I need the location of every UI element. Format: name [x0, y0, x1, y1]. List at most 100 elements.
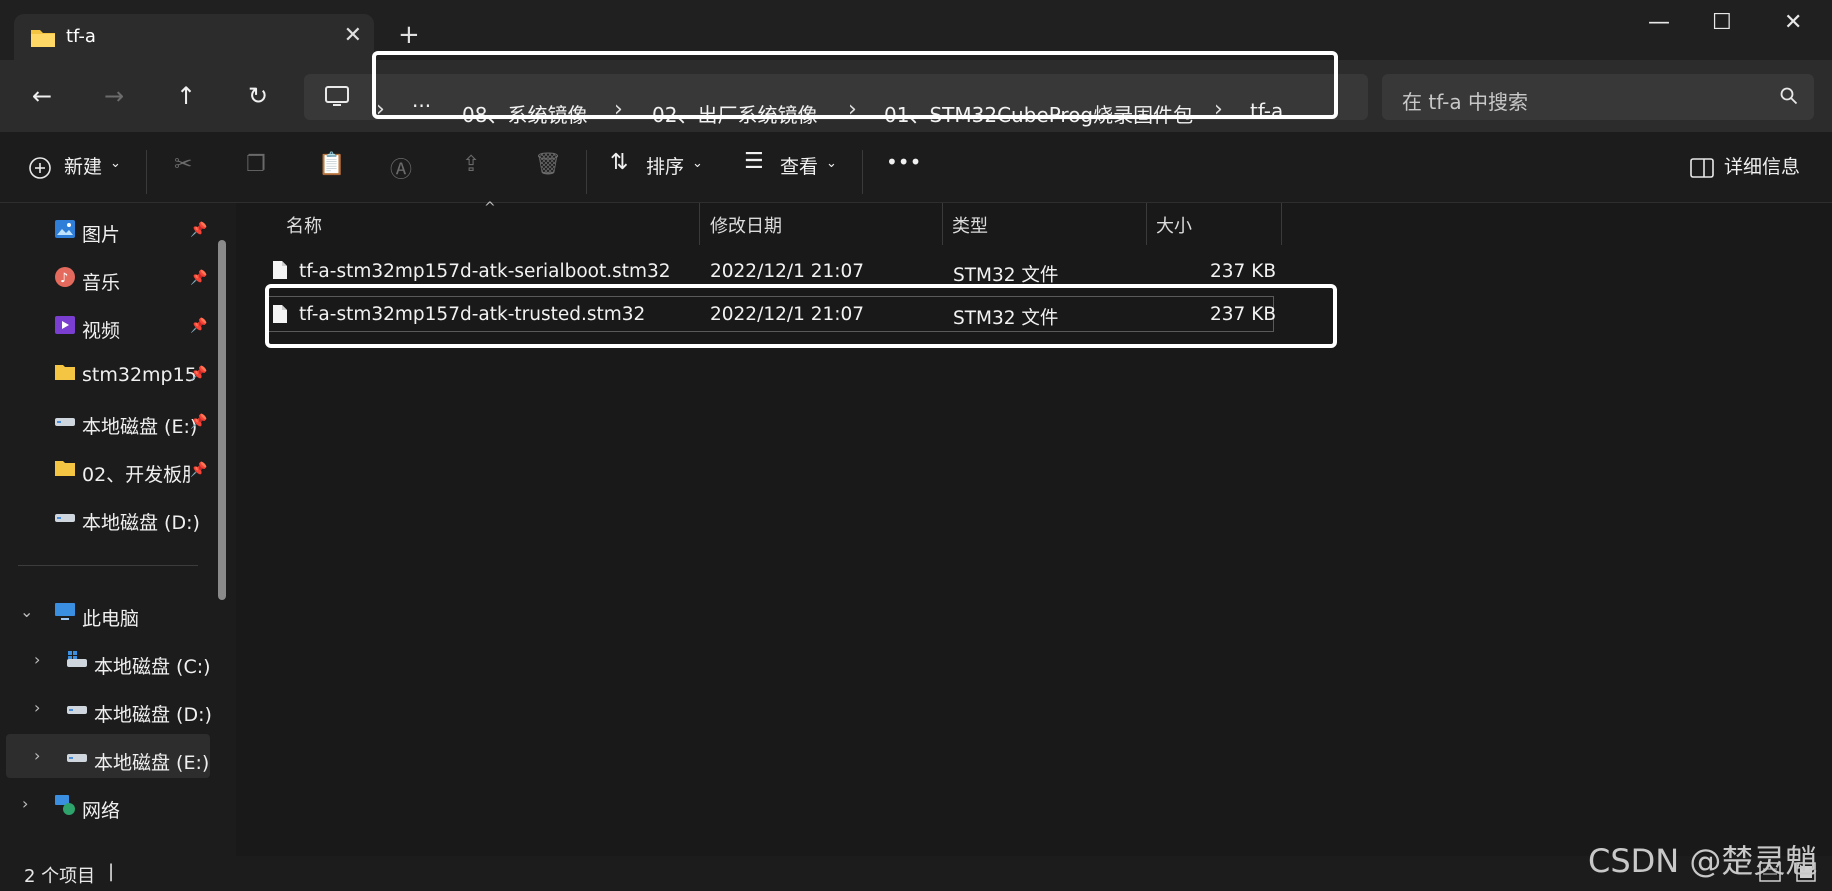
close-tab-button[interactable]: ✕: [344, 25, 362, 47]
sidebar-item-dev-board-folder[interactable]: 02、开发板肌 📌: [54, 452, 214, 494]
search-box[interactable]: 在 tf-a 中搜索: [1382, 74, 1814, 120]
maximize-button[interactable]: ☐: [1712, 10, 1732, 35]
sidebar-divider: [18, 565, 198, 566]
file-name: tf-a-stm32mp157d-atk-serialboot.stm32: [299, 261, 671, 282]
add-icon: [28, 156, 52, 184]
pictures-icon: [54, 218, 78, 242]
sidebar-item-label: 音乐: [82, 272, 121, 294]
sidebar-item-label: 网络: [82, 800, 121, 822]
details-button[interactable]: 详细信息: [1724, 152, 1800, 179]
drive-icon: [54, 410, 78, 434]
up-button[interactable]: ↑: [170, 80, 202, 112]
sidebar-item-label: 本地磁盘 (C:): [94, 656, 211, 678]
sidebar-item-music[interactable]: ♪ 音乐 📌: [54, 260, 214, 302]
chevron-down-icon: ⌄: [110, 156, 121, 171]
copy-icon[interactable]: ❐: [246, 152, 266, 177]
pin-icon: 📌: [190, 366, 208, 382]
pin-icon: 📌: [190, 462, 208, 478]
minimize-button[interactable]: —: [1648, 10, 1670, 35]
sort-ascending-icon: ^: [484, 200, 496, 216]
delete-icon[interactable]: 🗑: [534, 152, 562, 177]
tab-title: tf-a: [66, 26, 96, 47]
status-divider: |: [108, 861, 115, 882]
sidebar-item-label: 本地磁盘 (E:): [94, 752, 210, 774]
sidebar-item-label: 图片: [82, 224, 121, 246]
chevron-right-icon[interactable]: ›: [34, 746, 40, 765]
sidebar-item-label: 本地磁盘 (D:): [82, 512, 200, 534]
refresh-button[interactable]: ↻: [242, 80, 274, 112]
view-button[interactable]: 查看: [780, 152, 818, 179]
watermark: CSDN @楚灵魈: [1588, 842, 1818, 880]
sort-icon: ⇅: [610, 150, 629, 175]
sidebar-item-videos[interactable]: 视频 📌: [54, 308, 214, 350]
sidebar-item-drive-c[interactable]: 本地磁盘 (C:): [66, 644, 216, 686]
drive-icon: [54, 506, 78, 530]
chevron-right-icon[interactable]: ›: [34, 650, 40, 669]
pin-icon: 📌: [190, 222, 208, 238]
search-input[interactable]: 在 tf-a 中搜索: [1402, 86, 1528, 115]
sidebar-item-network[interactable]: 网络: [54, 788, 214, 830]
column-header-name[interactable]: 名称: [286, 212, 322, 238]
file-date: 2022/12/1 21:07: [710, 261, 865, 282]
view-icon: ☰: [744, 149, 764, 174]
new-tab-button[interactable]: +: [398, 22, 420, 48]
column-divider[interactable]: [699, 203, 700, 245]
sidebar-item-drive-e[interactable]: 本地磁盘 (E:): [66, 740, 216, 782]
sidebar-item-stm32mp15[interactable]: stm32mp15 📌: [54, 356, 214, 398]
sidebar-item-pictures[interactable]: 图片 📌: [54, 212, 214, 254]
column-header-type[interactable]: 类型: [952, 212, 988, 238]
sidebar-item-this-pc[interactable]: 此电脑: [54, 596, 214, 638]
drive-icon: [66, 698, 90, 722]
share-icon[interactable]: ⇪: [462, 152, 480, 177]
toolbar-divider: [862, 150, 863, 194]
computer-icon: [54, 602, 78, 626]
chevron-right-icon[interactable]: ›: [22, 794, 28, 813]
folder-icon: [54, 458, 78, 482]
sort-button[interactable]: 排序: [646, 152, 684, 179]
sidebar-item-drive-d[interactable]: 本地磁盘 (D:): [66, 692, 216, 734]
folder-icon: [54, 362, 78, 386]
item-count: 2 个项目: [24, 866, 96, 887]
svg-text:♪: ♪: [60, 271, 68, 286]
column-divider[interactable]: [1146, 203, 1147, 245]
toolbar-divider: [146, 150, 147, 194]
tab-tf-a[interactable]: tf-a ✕: [14, 14, 374, 60]
chevron-down-icon: ⌄: [692, 156, 703, 171]
more-button[interactable]: •••: [886, 150, 921, 174]
sidebar-item-drive-d-quick[interactable]: 本地磁盘 (D:): [54, 500, 214, 542]
chevron-right-icon[interactable]: ›: [34, 698, 40, 717]
file-icon: [272, 260, 288, 284]
new-button[interactable]: 新建: [64, 152, 102, 179]
column-divider[interactable]: [1281, 203, 1282, 245]
sidebar-scrollbar[interactable]: [218, 240, 226, 600]
chevron-down-icon[interactable]: ⌄: [20, 602, 33, 621]
command-bar: 新建 ⌄ ✂ ❐ 📋 Ⓐ ⇪ 🗑 ⇅ 排序 ⌄ ☰ 查看 ⌄ ••• 详细信息: [0, 132, 1832, 203]
video-icon: [54, 314, 78, 338]
details-pane-icon: [1690, 158, 1714, 182]
sidebar-item-label: 此电脑: [82, 608, 140, 630]
sidebar-item-drive-e-pinned[interactable]: 本地磁盘 (E:) 📌: [54, 404, 214, 446]
pin-icon: 📌: [190, 270, 208, 286]
status-bar: 2 个项目 |: [0, 856, 1832, 891]
chevron-down-icon: ⌄: [826, 156, 837, 171]
cut-icon[interactable]: ✂: [174, 152, 192, 177]
sidebar-item-label: 本地磁盘 (D:): [94, 704, 212, 726]
system-drive-icon: [66, 650, 90, 674]
rename-icon[interactable]: Ⓐ: [390, 152, 412, 184]
file-highlight-box: [265, 284, 1337, 348]
sidebar-item-label: 本地磁盘 (E:): [82, 416, 198, 438]
column-header-size[interactable]: 大小: [1156, 212, 1192, 238]
network-icon: [54, 794, 78, 818]
search-icon: [1780, 87, 1798, 109]
close-window-button[interactable]: ✕: [1784, 10, 1802, 35]
file-size: 237 KB: [1210, 261, 1277, 282]
toolbar-divider: [586, 150, 587, 194]
column-header-date[interactable]: 修改日期: [710, 212, 782, 238]
address-highlight-box: [372, 51, 1338, 119]
forward-button[interactable]: →: [98, 80, 130, 112]
back-button[interactable]: ←: [26, 80, 58, 112]
music-icon: ♪: [54, 266, 78, 290]
column-divider[interactable]: [942, 203, 943, 245]
paste-icon[interactable]: 📋: [318, 152, 345, 177]
sidebar-item-label: 视频: [82, 320, 121, 342]
